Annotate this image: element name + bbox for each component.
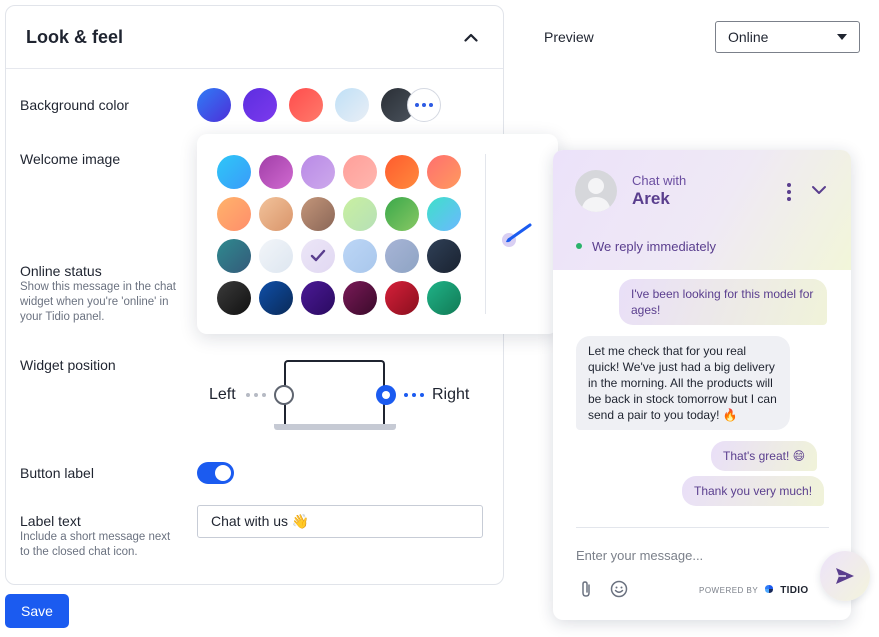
picker-swatch[interactable] bbox=[343, 239, 377, 273]
laptop-illustration bbox=[284, 360, 385, 425]
chat-widget-preview: Chat with Arek We reply immediately I've… bbox=[553, 150, 851, 620]
picker-swatch[interactable] bbox=[427, 239, 461, 273]
picker-swatch[interactable] bbox=[217, 281, 251, 315]
brand-name: TIDIO bbox=[780, 584, 809, 596]
status-select-value: Online bbox=[728, 29, 769, 45]
right-dots bbox=[404, 393, 424, 397]
send-icon bbox=[836, 568, 854, 584]
picker-swatch[interactable] bbox=[259, 239, 293, 273]
picker-swatch[interactable] bbox=[343, 155, 377, 189]
message-visitor: Thank you very much! bbox=[682, 476, 825, 506]
preview-label: Preview bbox=[544, 29, 594, 45]
label-text-help: Include a short message next to the clos… bbox=[20, 531, 171, 558]
laptop-base bbox=[274, 424, 396, 430]
agent-avatar bbox=[575, 170, 617, 212]
composer-divider bbox=[576, 527, 829, 528]
status-select[interactable]: Online bbox=[715, 21, 860, 53]
online-status-help: Show this message in the chat widget whe… bbox=[20, 281, 176, 323]
chat-header: Chat with Arek We reply immediately bbox=[553, 150, 851, 270]
panel-header[interactable]: Look & feel bbox=[6, 6, 503, 69]
left-dots bbox=[246, 393, 266, 397]
label-text-label: Label text bbox=[20, 513, 81, 529]
agent-name: Arek bbox=[632, 189, 670, 208]
background-swatch-light-blue[interactable] bbox=[335, 88, 369, 122]
picker-swatch[interactable] bbox=[259, 281, 293, 315]
panel-title: Look & feel bbox=[26, 26, 124, 47]
position-right-radio[interactable] bbox=[376, 385, 396, 405]
emoji-icon[interactable] bbox=[610, 580, 628, 603]
message-visitor: I've been looking for this model for age… bbox=[619, 279, 827, 325]
kebab-menu-icon[interactable] bbox=[787, 183, 791, 201]
position-left-label[interactable]: Left bbox=[209, 386, 236, 404]
picker-swatch[interactable] bbox=[301, 239, 335, 273]
picker-swatch[interactable] bbox=[217, 239, 251, 273]
popover-divider bbox=[485, 154, 486, 314]
picker-swatch[interactable] bbox=[427, 281, 461, 315]
picker-swatch[interactable] bbox=[259, 197, 293, 231]
label-text-input[interactable]: Chat with us 👋 bbox=[197, 505, 483, 538]
caret-down-icon bbox=[837, 34, 847, 40]
check-icon bbox=[310, 249, 326, 262]
more-colors-button[interactable] bbox=[407, 88, 441, 122]
picker-swatch[interactable] bbox=[217, 197, 251, 231]
message-visitor: That's great! 😄 bbox=[711, 441, 818, 471]
background-swatch-violet[interactable] bbox=[243, 88, 277, 122]
send-button[interactable] bbox=[820, 551, 870, 601]
chat-with-text: Chat with bbox=[632, 173, 687, 188]
button-label-toggle[interactable] bbox=[197, 462, 234, 484]
online-status-label: Online status bbox=[20, 263, 102, 279]
powered-by: POWERED BY TIDIO bbox=[699, 583, 808, 597]
chevron-down-icon[interactable] bbox=[811, 183, 827, 201]
picker-swatch[interactable] bbox=[301, 155, 335, 189]
tidio-logo-icon bbox=[763, 583, 775, 597]
picker-swatch[interactable] bbox=[385, 239, 419, 273]
picker-swatch[interactable] bbox=[301, 281, 335, 315]
save-button[interactable]: Save bbox=[5, 594, 69, 628]
picker-swatch[interactable] bbox=[385, 281, 419, 315]
button-label-label: Button label bbox=[20, 465, 94, 481]
picker-swatch[interactable] bbox=[217, 155, 251, 189]
picker-swatch[interactable] bbox=[385, 197, 419, 231]
powered-by-text: POWERED BY bbox=[699, 585, 759, 595]
picker-swatch[interactable] bbox=[427, 155, 461, 189]
position-left-radio[interactable] bbox=[274, 385, 294, 405]
picker-swatch[interactable] bbox=[427, 197, 461, 231]
background-color-label: Background color bbox=[20, 97, 129, 113]
message-agent: Let me check that for you real quick! We… bbox=[576, 336, 790, 430]
picker-swatch[interactable] bbox=[343, 281, 377, 315]
position-right-label[interactable]: Right bbox=[432, 386, 469, 404]
chevron-up-icon[interactable] bbox=[459, 25, 483, 49]
status-text: We reply immediately bbox=[592, 239, 717, 254]
picker-swatch[interactable] bbox=[259, 155, 293, 189]
attachment-icon[interactable] bbox=[579, 580, 593, 603]
message-input[interactable]: Enter your message... bbox=[576, 548, 703, 563]
background-swatch-blue[interactable] bbox=[197, 88, 231, 122]
custom-color-brush-icon[interactable] bbox=[499, 220, 539, 250]
picker-swatch[interactable] bbox=[343, 197, 377, 231]
color-picker-popover bbox=[197, 134, 558, 334]
picker-swatch[interactable] bbox=[385, 155, 419, 189]
picker-swatch[interactable] bbox=[301, 197, 335, 231]
widget-position-label: Widget position bbox=[20, 357, 116, 373]
welcome-image-label: Welcome image bbox=[20, 151, 121, 167]
online-dot bbox=[576, 243, 582, 249]
background-swatch-coral[interactable] bbox=[289, 88, 323, 122]
